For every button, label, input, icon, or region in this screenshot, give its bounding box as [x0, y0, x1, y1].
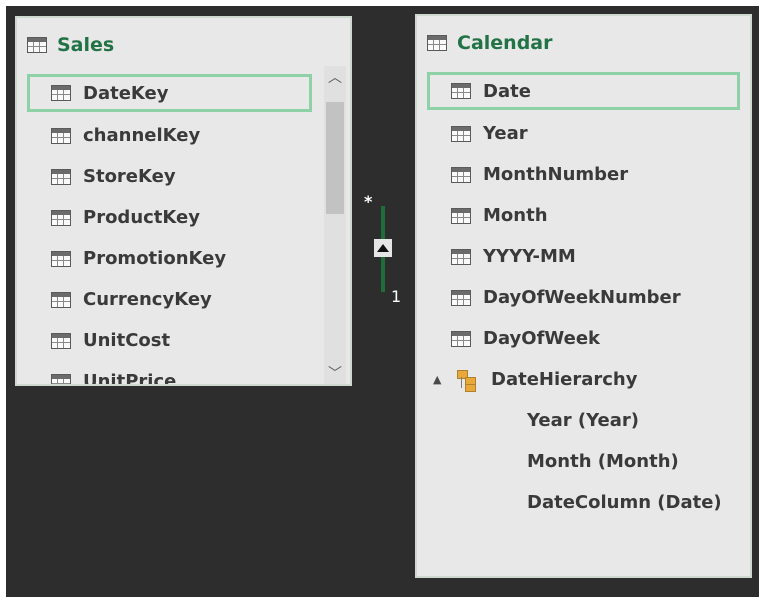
- field-label: YYYY-MM: [483, 246, 576, 267]
- column-icon: [51, 127, 71, 144]
- hierarchy-label: DateHierarchy: [491, 369, 638, 390]
- field-row-storekey[interactable]: StoreKey: [27, 156, 312, 197]
- calendar-table-card[interactable]: Calendar Date Year MonthNumber Month YYY…: [415, 14, 752, 578]
- hierarchy-level-label: Year (Year): [527, 410, 639, 431]
- field-row-productkey[interactable]: ProductKey: [27, 197, 312, 238]
- field-row-month[interactable]: Month: [427, 195, 740, 236]
- field-row-currencykey[interactable]: CurrencyKey: [27, 279, 312, 320]
- field-row-yyyy-mm[interactable]: YYYY-MM: [427, 236, 740, 277]
- hierarchy-level-month[interactable]: Month (Month): [427, 441, 740, 482]
- field-label: Year: [483, 123, 528, 144]
- column-icon: [451, 83, 471, 99]
- field-row-date[interactable]: Date: [427, 72, 740, 110]
- field-label: DayOfWeek: [483, 328, 600, 349]
- field-label: CurrencyKey: [83, 289, 212, 310]
- field-label: UnitCost: [83, 330, 171, 351]
- field-label: PromotionKey: [83, 248, 227, 269]
- sales-table-header[interactable]: Sales: [27, 32, 114, 58]
- sales-table-card[interactable]: Sales DateKey channelKey StoreKey Produc…: [15, 16, 352, 386]
- column-icon: [451, 207, 471, 224]
- cardinality-many-label: *: [364, 192, 373, 211]
- field-row-promotionkey[interactable]: PromotionKey: [27, 238, 312, 279]
- field-label: Month: [483, 205, 548, 226]
- hierarchy-row-datehierarchy[interactable]: ▲ DateHierarchy: [427, 359, 740, 400]
- column-icon: [51, 332, 71, 349]
- field-label: ProductKey: [83, 207, 200, 228]
- column-icon: [451, 248, 471, 265]
- relationship-direction-icon[interactable]: [374, 239, 392, 257]
- field-row-dayofweek[interactable]: DayOfWeek: [427, 318, 740, 359]
- field-label: Date: [483, 80, 531, 102]
- column-icon: [51, 85, 71, 101]
- field-label: UnitPrice: [83, 371, 177, 386]
- cardinality-one-label: 1: [391, 287, 402, 306]
- table-icon: [427, 35, 447, 51]
- calendar-table-header[interactable]: Calendar: [427, 30, 552, 56]
- column-icon: [51, 168, 71, 185]
- scroll-down-icon[interactable]: ﹀: [324, 362, 346, 384]
- column-icon: [451, 125, 471, 142]
- hierarchy-level-label: Month (Month): [527, 451, 679, 472]
- column-icon: [51, 250, 71, 267]
- field-label: channelKey: [83, 125, 201, 146]
- field-row-monthnumber[interactable]: MonthNumber: [427, 154, 740, 195]
- hierarchy-level-label: DateColumn (Date): [527, 492, 722, 513]
- hierarchy-level-year[interactable]: Year (Year): [427, 400, 740, 441]
- column-icon: [451, 166, 471, 183]
- column-icon: [51, 291, 71, 308]
- field-row-channelkey[interactable]: channelKey: [27, 115, 312, 156]
- column-icon: [451, 289, 471, 306]
- field-row-dayofweeknumber[interactable]: DayOfWeekNumber: [427, 277, 740, 318]
- field-row-datekey[interactable]: DateKey: [27, 74, 312, 112]
- column-icon: [51, 209, 71, 226]
- hierarchy-icon: [455, 369, 479, 392]
- table-icon: [27, 37, 47, 53]
- sales-scrollbar[interactable]: ︿ ﹀: [324, 66, 346, 384]
- sales-field-list: DateKey channelKey StoreKey ProductKey P…: [27, 74, 312, 386]
- hierarchy-level-datecolumn[interactable]: DateColumn (Date): [427, 482, 740, 523]
- column-icon: [51, 373, 71, 384]
- scroll-up-icon[interactable]: ︿: [324, 66, 346, 88]
- field-row-unitprice[interactable]: UnitPrice: [27, 361, 312, 386]
- field-label: DateKey: [83, 82, 169, 104]
- column-icon: [451, 330, 471, 347]
- top-border: [0, 0, 759, 6]
- field-label: MonthNumber: [483, 164, 629, 185]
- left-border: [0, 0, 6, 597]
- field-row-unitcost[interactable]: UnitCost: [27, 320, 312, 361]
- field-label: StoreKey: [83, 166, 176, 187]
- field-label: DayOfWeekNumber: [483, 287, 681, 308]
- sales-table-title: Sales: [57, 34, 115, 56]
- calendar-field-list: Date Year MonthNumber Month YYYY-MM DayO…: [427, 72, 740, 523]
- scroll-thumb[interactable]: [326, 102, 344, 214]
- field-row-year[interactable]: Year: [427, 113, 740, 154]
- expand-collapse-icon[interactable]: ▲: [433, 373, 443, 386]
- calendar-table-title: Calendar: [457, 32, 553, 54]
